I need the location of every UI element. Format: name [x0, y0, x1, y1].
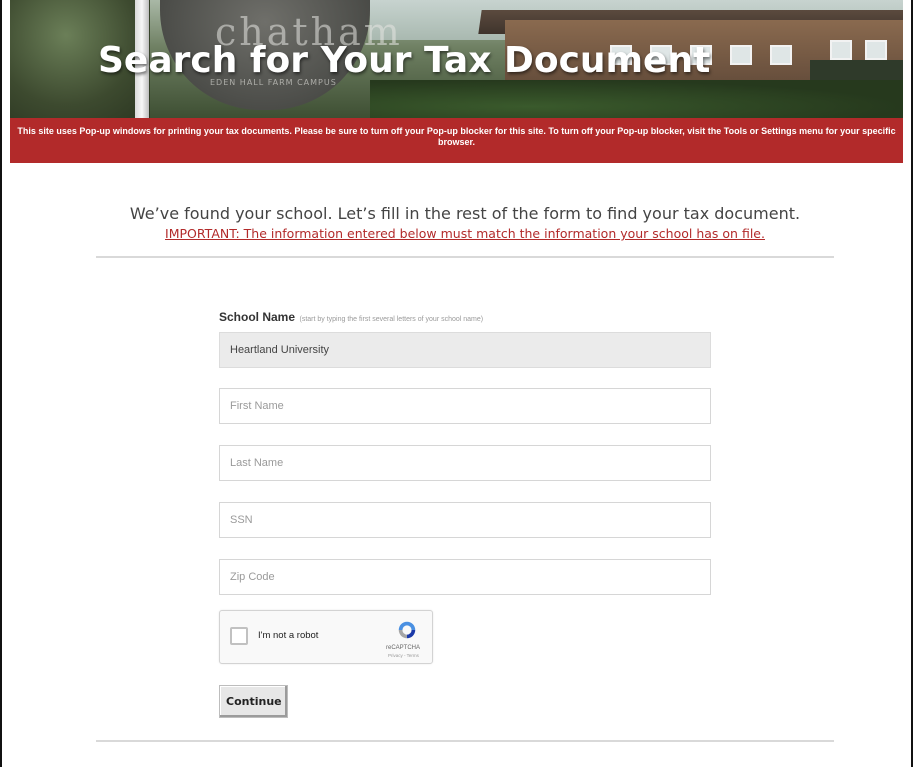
- ssn-field[interactable]: [219, 502, 711, 538]
- last-name-field[interactable]: [219, 445, 711, 481]
- continue-button[interactable]: Continue: [219, 685, 288, 718]
- school-name-hint: (start by typing the first several lette…: [299, 316, 484, 323]
- recaptcha-widget: I'm not a robot reCAPTCHA Privacy - Term…: [219, 610, 433, 664]
- hero-bushes: [370, 80, 903, 118]
- school-name-field[interactable]: [219, 332, 711, 368]
- intro-section: We’ve found your school. Let’s fill in t…: [96, 203, 834, 243]
- zip-code-field[interactable]: [219, 559, 711, 595]
- hero-window: [865, 40, 887, 60]
- recaptcha-label: I'm not a robot: [258, 630, 319, 641]
- recaptcha-privacy-terms[interactable]: Privacy - Terms: [388, 653, 419, 658]
- divider-bottom: [96, 740, 834, 742]
- hero-window: [730, 45, 752, 65]
- school-name-label-row: School Name (start by typing the first s…: [219, 308, 711, 326]
- recaptcha-logo-icon: [398, 621, 416, 639]
- divider-top: [96, 256, 834, 258]
- school-name-label: School Name: [219, 310, 296, 324]
- hero-banner: chatham EDEN HALL FARM CAMPUS Search for…: [10, 0, 903, 118]
- intro-lead: We’ve found your school. Let’s fill in t…: [129, 204, 801, 223]
- popup-notice-bar: This site uses Pop-up windows for printi…: [10, 118, 903, 163]
- popup-notice-text: This site uses Pop-up windows for printi…: [17, 126, 896, 147]
- important-notice-link[interactable]: IMPORTANT: The information entered below…: [96, 225, 834, 243]
- hero-window: [830, 40, 852, 60]
- first-name-field[interactable]: [219, 388, 711, 424]
- recaptcha-checkbox[interactable]: [230, 627, 248, 645]
- page-title: Search for Your Tax Document: [98, 40, 711, 81]
- tax-search-form: School Name (start by typing the first s…: [219, 308, 711, 718]
- hero-window: [770, 45, 792, 65]
- recaptcha-brand: reCAPTCHA: [386, 645, 421, 651]
